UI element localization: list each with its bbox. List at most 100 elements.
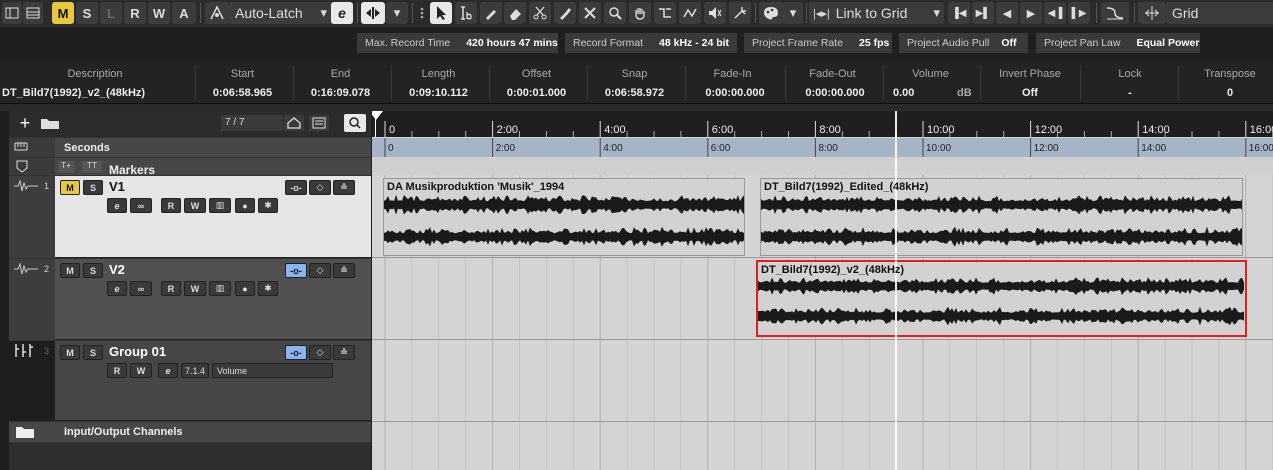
- project-cursor[interactable]: [895, 111, 897, 470]
- marker-list-button[interactable]: TT: [82, 161, 102, 173]
- track-mute-button[interactable]: M: [60, 180, 80, 195]
- track-solo-button[interactable]: S: [83, 263, 103, 278]
- value-transpose[interactable]: 0: [1190, 87, 1270, 99]
- split-scissors-icon[interactable]: [529, 2, 551, 24]
- monitor-icon[interactable]: -o-: [285, 263, 307, 278]
- write-automation-button[interactable]: W: [148, 2, 170, 24]
- track-name[interactable]: V2: [109, 262, 125, 277]
- audio-event[interactable]: DA Musikproduktion 'Musik'_1994: [383, 178, 745, 256]
- value-start[interactable]: 0:06:58.965: [200, 87, 285, 99]
- monitor-icon[interactable]: -o-: [285, 180, 307, 195]
- drag-handle-icon[interactable]: [414, 2, 430, 24]
- track-v2[interactable]: 2 M S V2 -o- ◇ ≐ e ∞ R W ▥ ● ✱: [9, 259, 371, 340]
- automation-icon[interactable]: [205, 2, 229, 24]
- line-tool-icon[interactable]: [679, 2, 701, 24]
- play-tool-speaker-icon[interactable]: [704, 2, 726, 24]
- freeze-icon[interactable]: ✱: [258, 281, 278, 296]
- draw-tool-icon[interactable]: [480, 2, 502, 24]
- status-audio-pull[interactable]: Project Audio Pull Off: [899, 33, 1028, 53]
- value-lock[interactable]: -: [1090, 87, 1170, 99]
- search-icon[interactable]: [344, 114, 366, 132]
- lane-icon[interactable]: ≐: [333, 263, 355, 278]
- timeline-ruler[interactable]: 0 2:00 4:00 6:00 8:00 10:00 12:00 14:00 16:00: [372, 111, 1273, 137]
- value-length[interactable]: 0:09:10.112: [396, 87, 481, 99]
- autoscroll-icon[interactable]: [361, 2, 385, 24]
- edit-channel-icon[interactable]: e: [107, 198, 127, 213]
- record-enable-icon[interactable]: ◇: [309, 180, 331, 195]
- chevron-down-icon[interactable]: ▾: [783, 2, 803, 24]
- value-fade-in[interactable]: 0:00:00.000: [690, 87, 780, 99]
- track-solo-button[interactable]: S: [83, 345, 103, 360]
- inspector-toggle-icon[interactable]: [2, 2, 22, 24]
- lane-icon[interactable]: ≐: [333, 345, 355, 360]
- status-max-record-time[interactable]: Max. Record Time 420 hours 47 mins: [357, 33, 558, 53]
- link-icon[interactable]: ∞: [130, 198, 152, 213]
- left-locator-triangle-icon[interactable]: [372, 111, 383, 121]
- mute-all-button[interactable]: M: [52, 2, 74, 24]
- read-automation-button[interactable]: R: [124, 2, 146, 24]
- edit-channel-icon[interactable]: e: [158, 363, 178, 378]
- track-v1[interactable]: 1 M S V1 -o- ◇ ≐ e ∞ R W ▥ ● ✱: [9, 176, 371, 258]
- track-group-01[interactable]: 3 M S Group 01 -o- ◇ ≐ R W e 7.1.4 Volum…: [9, 341, 371, 421]
- lanes-icon[interactable]: ▥: [209, 198, 231, 213]
- value-snap[interactable]: 0:06:58.972: [592, 87, 677, 99]
- edit-e-icon[interactable]: e: [331, 2, 353, 24]
- color-palette-icon[interactable]: [759, 2, 783, 24]
- marker-track[interactable]: T+ TT Markers: [9, 158, 371, 175]
- marker-add-button[interactable]: T+: [58, 161, 74, 173]
- range-selection-tool-icon[interactable]: [455, 2, 477, 24]
- nudge-start-right-icon[interactable]: ▶▌: [972, 2, 994, 24]
- markers-lane[interactable]: [372, 158, 1273, 175]
- nudge-right-icon[interactable]: ▶: [1020, 2, 1042, 24]
- timebase-clock-icon[interactable]: ●: [235, 198, 255, 213]
- track-name[interactable]: Group 01: [109, 344, 166, 359]
- eraser-tool-icon[interactable]: [504, 2, 526, 24]
- track-mute-button[interactable]: M: [60, 345, 80, 360]
- lane-icon[interactable]: ≐: [333, 180, 355, 195]
- read-button[interactable]: R: [161, 198, 181, 213]
- monitor-icon[interactable]: -o-: [285, 345, 307, 360]
- nudge-end-right-icon[interactable]: ▌▶: [1068, 2, 1090, 24]
- zoom-tool-icon[interactable]: [604, 2, 626, 24]
- track-solo-button[interactable]: S: [83, 180, 103, 195]
- read-button[interactable]: R: [161, 281, 181, 296]
- comp-tool-icon[interactable]: [654, 2, 676, 24]
- value-invert-phase[interactable]: Off: [985, 87, 1075, 99]
- value-description[interactable]: DT_Bild7(1992)_v2_(48kHz): [2, 87, 145, 99]
- crossfade-curve-icon[interactable]: [1101, 2, 1129, 24]
- edit-channel-icon[interactable]: e: [107, 281, 127, 296]
- add-track-icon[interactable]: +: [17, 114, 33, 132]
- lanes-icon[interactable]: ▥: [209, 281, 231, 296]
- timebase-clock-icon[interactable]: ●: [235, 281, 255, 296]
- automation-parameter-select[interactable]: Volume: [212, 363, 333, 378]
- freeze-icon[interactable]: ✱: [258, 198, 278, 213]
- value-end[interactable]: 0:16:09.078: [298, 87, 383, 99]
- grid-snap-icon[interactable]: [1138, 2, 1166, 24]
- record-enable-icon[interactable]: ◇: [309, 263, 331, 278]
- io-channels-folder[interactable]: Input/Output Channels: [9, 422, 371, 442]
- track-mute-button[interactable]: M: [60, 263, 80, 278]
- mute-tool-x-icon[interactable]: [579, 2, 601, 24]
- add-track-folder-icon[interactable]: [40, 116, 60, 130]
- chevron-down-icon[interactable]: ▾: [386, 2, 408, 24]
- status-pan-law[interactable]: Project Pan Law Equal Power: [1036, 33, 1200, 53]
- nudge-left-icon[interactable]: ◀: [996, 2, 1018, 24]
- value-volume[interactable]: 0.00: [893, 87, 914, 99]
- object-selection-tool-icon[interactable]: [430, 2, 452, 24]
- project-event-display[interactable]: 0 2:00 4:00 6:00 8:00 10:00 12:00 14:00 16:00 0 2…: [372, 111, 1273, 470]
- ruler-track[interactable]: Seconds: [9, 138, 371, 157]
- channel-config[interactable]: 7.1.4: [181, 363, 209, 378]
- home-icon[interactable]: [284, 115, 304, 131]
- write-button[interactable]: W: [130, 363, 152, 378]
- read-button[interactable]: R: [107, 363, 127, 378]
- snap-type-select[interactable]: |◂▸| Link to Grid ▾: [809, 2, 944, 24]
- track-name[interactable]: V1: [109, 179, 125, 194]
- link-icon[interactable]: ∞: [130, 281, 152, 296]
- time-warp-tool-icon[interactable]: [729, 2, 751, 24]
- nudge-end-left-icon[interactable]: ◀▐: [1044, 2, 1066, 24]
- seconds-ruler-lane[interactable]: 0 2:00 4:00 6:00 8:00 10:00 12:00 14:00 16:00: [372, 138, 1273, 157]
- audio-event[interactable]: DT_Bild7(1992)_Edited_(48kHz): [760, 178, 1243, 256]
- nudge-start-left-icon[interactable]: ▐◀: [948, 2, 970, 24]
- automation-mode-select[interactable]: Auto-Latch ▾: [229, 2, 333, 24]
- listen-button[interactable]: L: [100, 2, 122, 24]
